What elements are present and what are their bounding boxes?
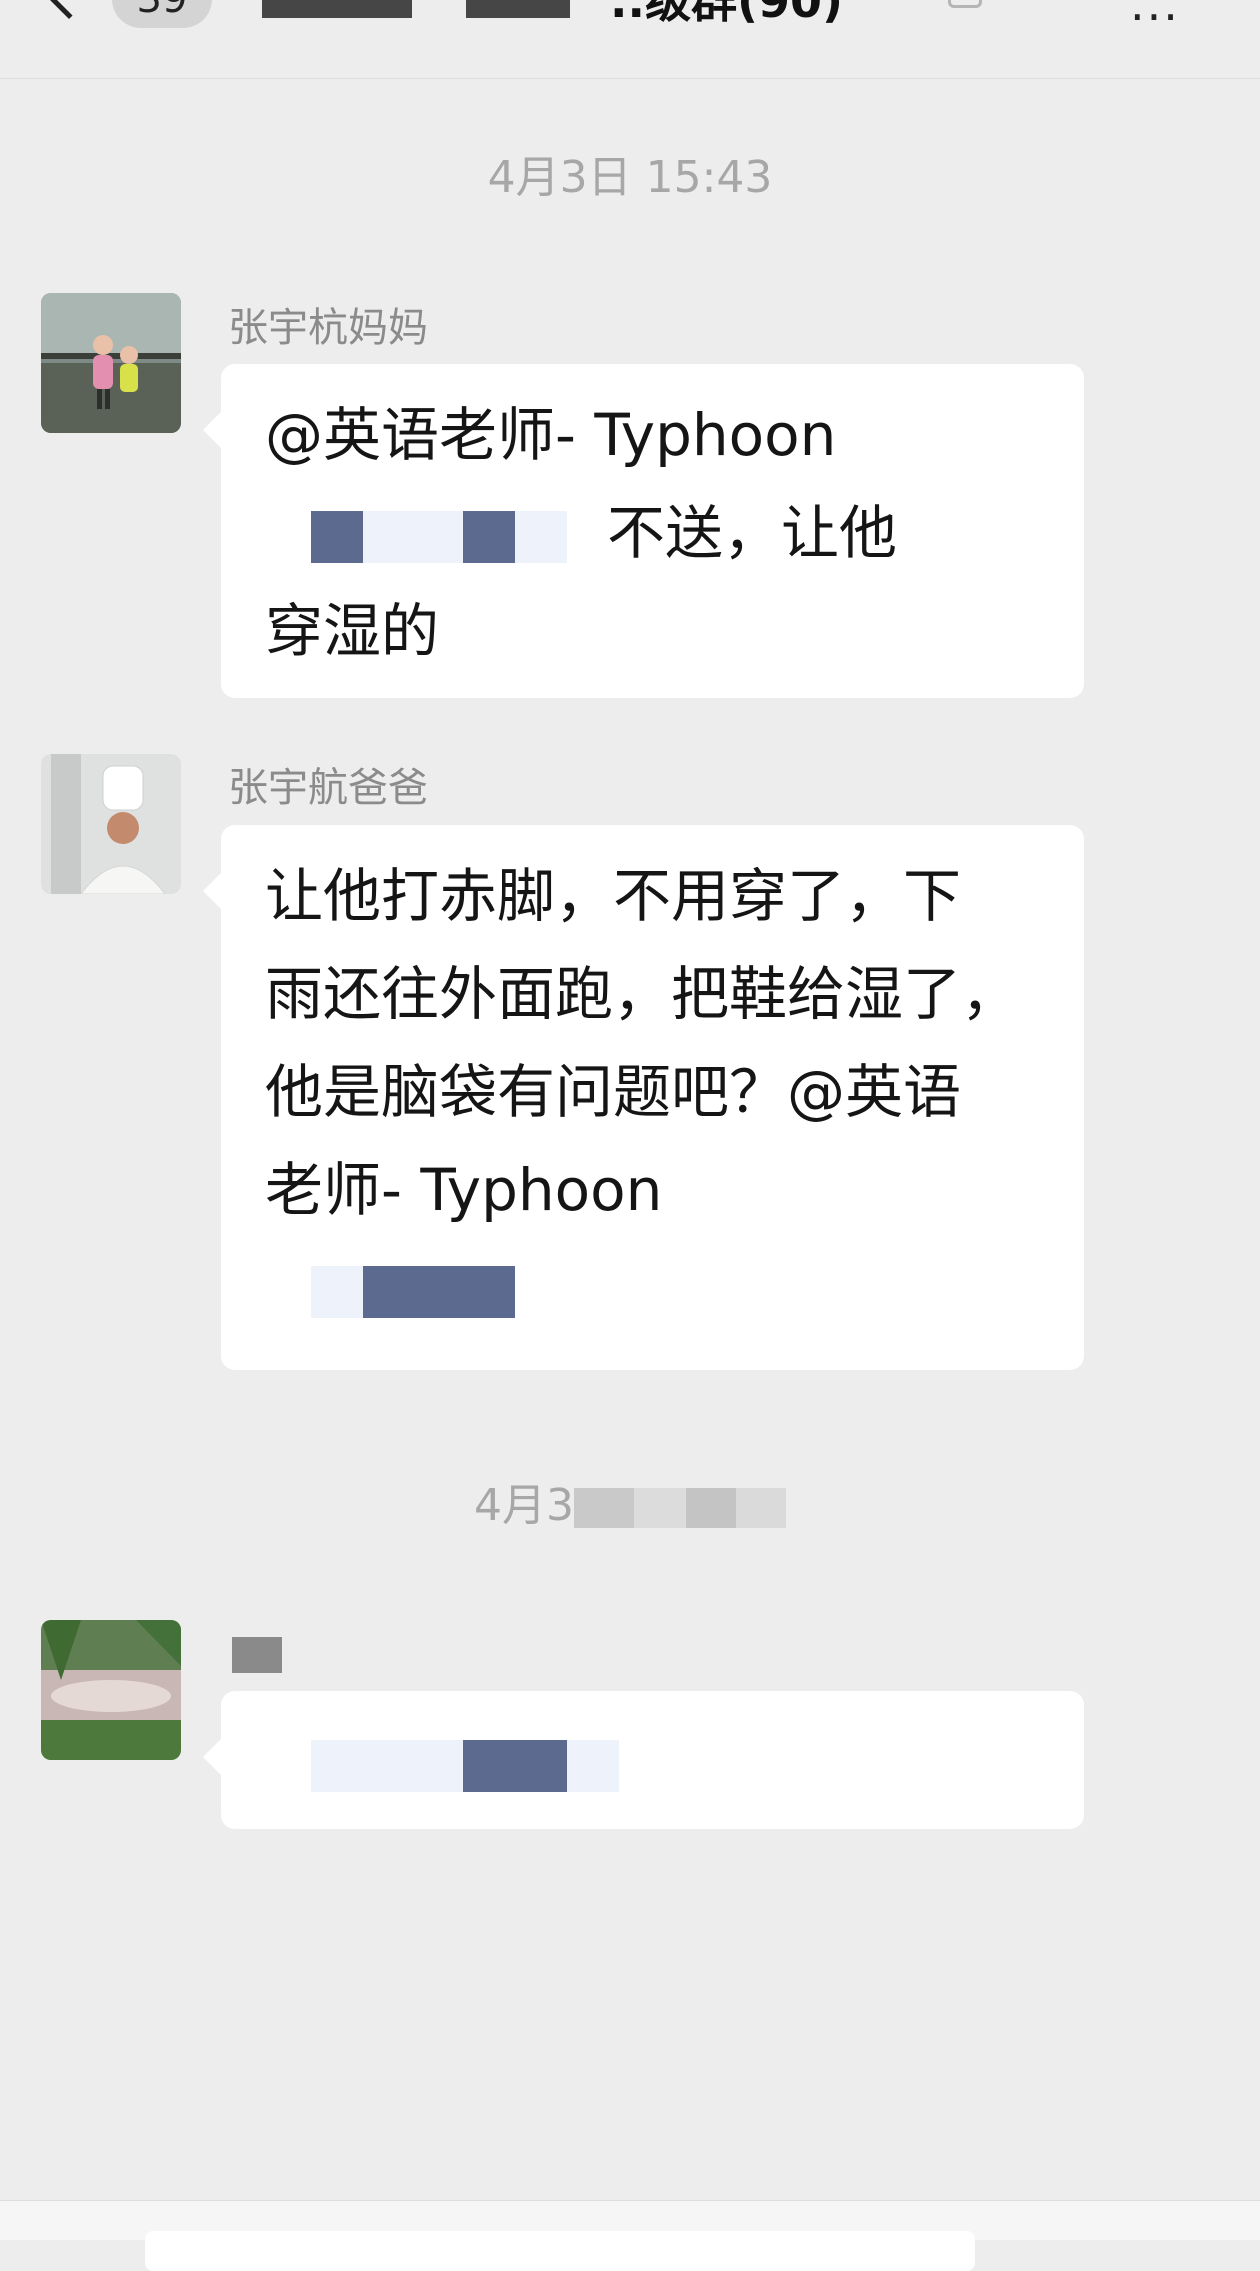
sender-name: 张宇杭妈妈 <box>228 305 428 351</box>
redacted-text <box>363 1739 463 1792</box>
more-options-icon[interactable]: ··· <box>1130 0 1180 44</box>
sender-name: 张宇航爸爸 <box>228 765 428 811</box>
message-line: 让他打赤脚，不用穿了，下 <box>265 862 962 930</box>
message-line: 他是脑袋有问题吧？@英语 <box>265 1058 962 1126</box>
redacted-text <box>463 1739 567 1792</box>
redacted-text <box>567 1739 619 1792</box>
timestamp-text: 4月3 <box>474 1480 574 1531</box>
message-text: 不送，让他 <box>607 499 898 567</box>
sender-name <box>228 1629 282 1677</box>
redacted-text <box>232 1637 282 1673</box>
redacted-text <box>736 1488 786 1528</box>
redacted-text <box>311 510 363 563</box>
redacted-text <box>463 510 515 563</box>
mute-bell-icon <box>948 0 982 8</box>
redacted-text <box>311 1265 363 1318</box>
redacted-text <box>363 510 463 563</box>
redacted-text <box>363 1265 515 1318</box>
message-line <box>265 1239 1040 1337</box>
message-line: 穿湿的 <box>265 597 440 665</box>
unread-count-badge[interactable]: 39 <box>112 0 212 28</box>
avatar[interactable] <box>41 754 181 894</box>
redacted-text <box>311 1739 363 1792</box>
redacted-title-part <box>466 0 570 18</box>
avatar-photo-icon <box>41 293 181 433</box>
message-input[interactable] <box>145 2231 975 2271</box>
message-timestamp: 4月3 <box>0 1480 1260 1532</box>
message-timestamp: 4月3日 15:43 <box>487 152 773 203</box>
back-arrow-icon[interactable] <box>44 0 94 20</box>
redacted-title-part <box>262 0 412 18</box>
message-line: 老师- Typhoon <box>265 1156 663 1224</box>
redacted-text <box>686 1488 736 1528</box>
chat-header: 39 ..级群(90) ··· <box>0 0 1260 79</box>
message-line: 雨还往外面跑，把鞋给湿了， <box>265 960 1020 1028</box>
avatar-photo-icon <box>41 754 181 894</box>
message-line <box>265 1713 1040 1811</box>
message-bubble[interactable]: 让他打赤脚，不用穿了，下 雨还往外面跑，把鞋给湿了， 他是脑袋有问题吧？@英语 … <box>203 825 1084 1370</box>
avatar-photo-icon <box>41 1620 181 1760</box>
redacted-text <box>574 1488 634 1528</box>
redacted-text <box>515 510 567 563</box>
avatar[interactable] <box>41 293 181 433</box>
avatar[interactable] <box>41 1620 181 1760</box>
message-bubble[interactable] <box>203 1691 1084 1829</box>
message-input-bar <box>0 2200 1260 2271</box>
chat-title: ..级群(90) <box>610 0 844 28</box>
redacted-text <box>634 1488 686 1528</box>
message-bubble[interactable]: @英语老师- Typhoon 不送，让他 穿湿的 <box>203 364 1084 698</box>
message-line: 不送，让他 <box>265 484 1040 582</box>
message-line: @英语老师- Typhoon <box>265 401 837 469</box>
